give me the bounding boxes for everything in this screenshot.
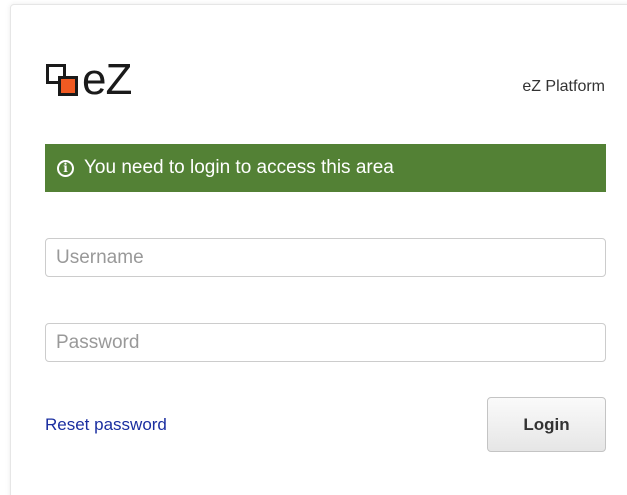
alert-message: You need to login to access this area (84, 157, 394, 178)
logo-text: eZ (82, 55, 132, 104)
password-input[interactable] (45, 323, 606, 362)
ez-logo-icon (46, 62, 80, 98)
login-required-alert: i You need to login to access this area (45, 144, 606, 192)
username-input[interactable] (45, 238, 606, 277)
login-button[interactable]: Login (487, 397, 606, 452)
ez-logo: eZ (46, 55, 132, 104)
reset-password-link[interactable]: Reset password (45, 415, 167, 435)
product-name: eZ Platform (522, 78, 605, 95)
info-icon: i (57, 159, 74, 177)
login-page: eZ eZ Platform i You need to login to ac… (0, 0, 627, 495)
